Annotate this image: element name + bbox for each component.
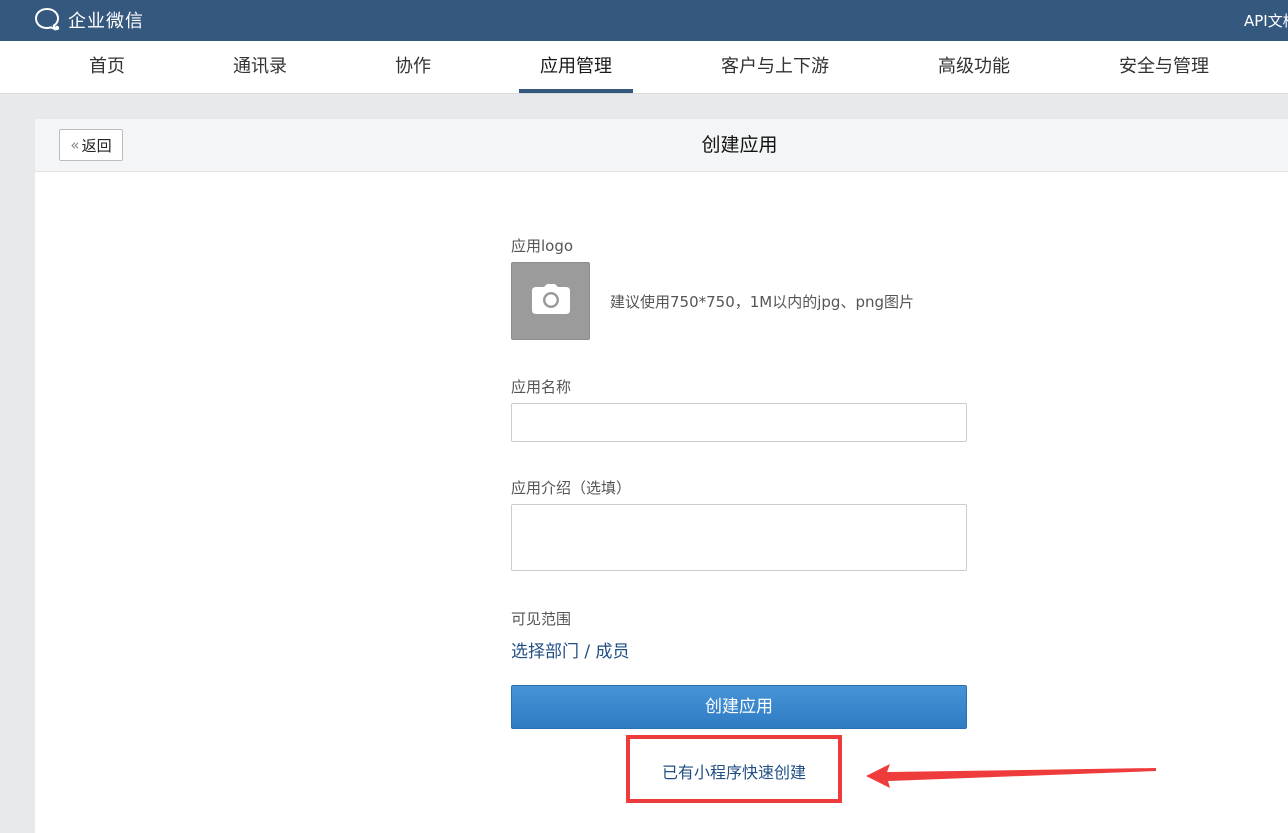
nav-app-management[interactable]: 应用管理: [519, 41, 633, 93]
main-nav: 首页 通讯录 协作 应用管理 客户与上下游 高级功能 安全与管理: [0, 41, 1288, 94]
create-app-panel: « 返回 创建应用 应用logo 建议使用750*750，1M以内的jpg、pn…: [35, 119, 1288, 833]
nav-collaboration[interactable]: 协作: [375, 41, 451, 93]
nav-contacts[interactable]: 通讯录: [212, 41, 308, 93]
app-name-input[interactable]: [511, 403, 967, 442]
brand-name: 企业微信: [68, 11, 144, 32]
logo-hint: 建议使用750*750，1M以内的jpg、png图片: [610, 293, 915, 311]
logo-label: 应用logo: [511, 237, 574, 255]
nav-customers[interactable]: 客户与上下游: [700, 41, 850, 93]
top-bar: 企业微信 API文档: [0, 0, 1288, 41]
active-tab-indicator: [519, 89, 633, 93]
nav-home[interactable]: 首页: [69, 41, 145, 93]
logo-upload-button[interactable]: [511, 262, 590, 340]
page-title: 创建应用: [701, 134, 778, 156]
select-departments-members-link[interactable]: 选择部门 / 成员: [511, 637, 630, 662]
api-docs-link[interactable]: API文档: [1244, 10, 1288, 31]
panel-header: « 返回 创建应用: [35, 119, 1288, 172]
camera-icon: [531, 284, 570, 318]
create-app-button[interactable]: 创建应用: [511, 685, 967, 729]
annotation-arrow-icon: [866, 764, 1156, 788]
quick-create-miniprogram-link[interactable]: 已有小程序快速创建: [626, 735, 842, 803]
visibility-label: 可见范围: [511, 610, 572, 628]
nav-advanced[interactable]: 高级功能: [918, 41, 1030, 93]
app-name-label: 应用名称: [511, 378, 572, 396]
app-intro-textarea[interactable]: [511, 504, 967, 571]
app-intro-label: 应用介绍（选填）: [511, 479, 632, 497]
wecom-logo-icon: [34, 7, 62, 33]
brand-logo[interactable]: 企业微信: [34, 7, 144, 33]
nav-security[interactable]: 安全与管理: [1098, 41, 1230, 93]
